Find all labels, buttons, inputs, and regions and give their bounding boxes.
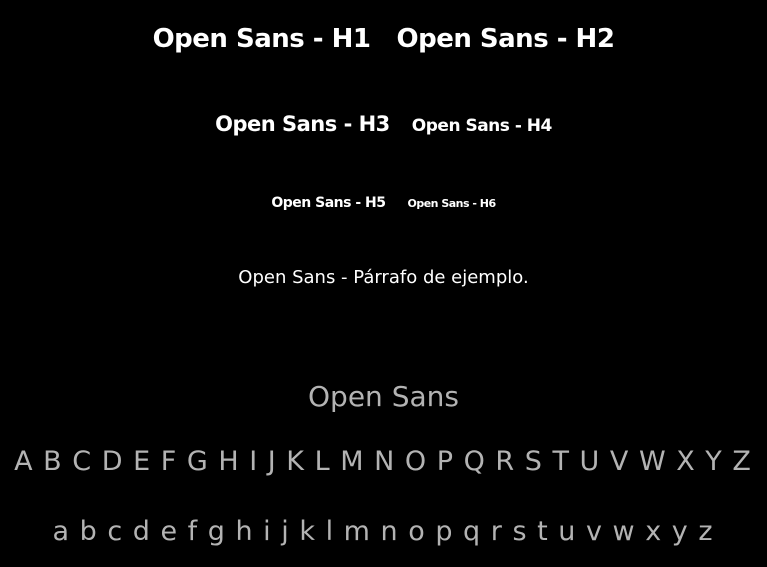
paragraph-row: Open Sans - Párrafo de ejemplo. xyxy=(0,267,767,288)
heading-row-3: Open Sans - H5 Open Sans - H6 xyxy=(0,195,767,211)
uppercase-alphabet: A B C D E F G H I J K L M N O P Q R S T … xyxy=(14,446,753,477)
heading-h1: Open Sans - H1 xyxy=(152,24,371,54)
heading-row-1: Open Sans - H1 Open Sans - H2 xyxy=(0,24,767,54)
heading-h2: Open Sans - H2 xyxy=(396,24,615,54)
lowercase-row: a b c d e f g h i j k l m n o p q r s t … xyxy=(0,516,767,547)
sample-paragraph: Open Sans - Párrafo de ejemplo. xyxy=(238,267,529,288)
specimen-title-row: Open Sans xyxy=(0,380,767,413)
heading-h3: Open Sans - H3 xyxy=(215,112,390,136)
uppercase-row: A B C D E F G H I J K L M N O P Q R S T … xyxy=(0,446,767,477)
heading-row-2: Open Sans - H3 Open Sans - H4 xyxy=(0,112,767,136)
heading-h5: Open Sans - H5 xyxy=(271,195,386,211)
heading-h4: Open Sans - H4 xyxy=(411,116,553,136)
heading-h6: Open Sans - H6 xyxy=(407,197,496,210)
lowercase-alphabet: a b c d e f g h i j k l m n o p q r s t … xyxy=(52,516,715,547)
font-specimen-title: Open Sans xyxy=(308,380,459,413)
